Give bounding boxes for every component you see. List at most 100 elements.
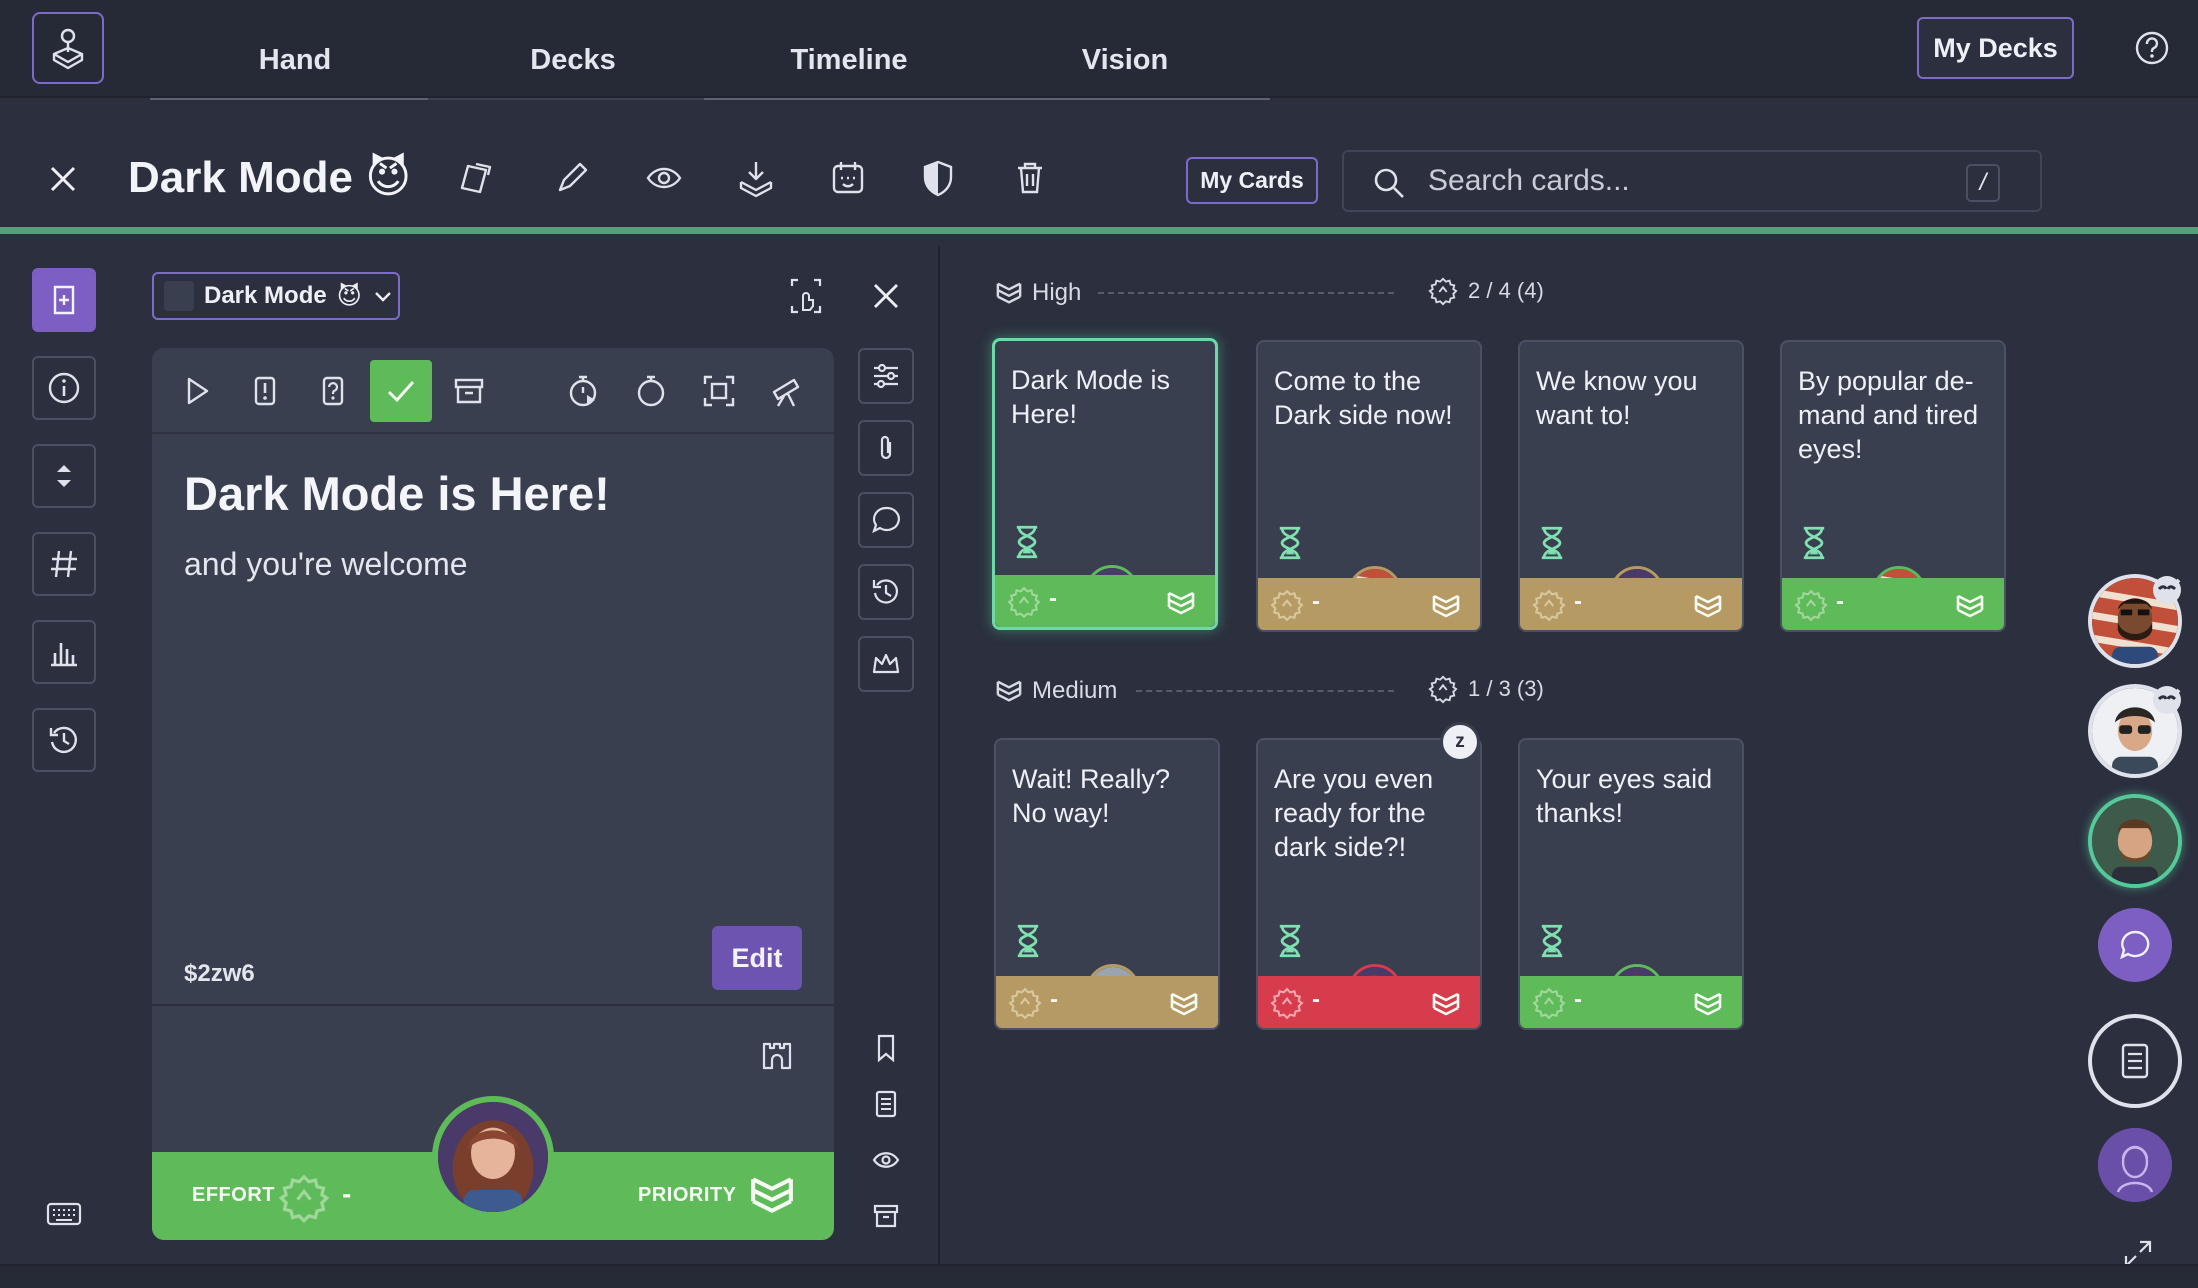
deck-header: Dark Mode 😈 My Cards / [0,100,2198,234]
watch-deck-button[interactable] [644,158,684,198]
due-date-button[interactable] [620,360,682,422]
permissions-button[interactable] [918,158,958,198]
vision-button[interactable] [756,360,818,422]
priority-chevrons-icon[interactable] [750,1172,794,1218]
effort-gear-icon [1008,986,1042,1020]
close-panel-button[interactable] [870,280,902,312]
trash-icon [1018,162,1042,194]
timer-button[interactable] [552,360,614,422]
tab-hand[interactable]: Hand [150,20,440,100]
card-title: Dark Mode is Here! [184,467,610,520]
search-input[interactable] [1428,162,1948,200]
search-box[interactable]: / [1342,150,2042,212]
tab-vision[interactable]: Vision [980,20,1270,100]
effort-value: - [1050,986,1058,1013]
paperclip-icon [880,435,892,460]
priority-chevrons-icon [1432,592,1460,620]
rail-tags-button[interactable] [32,532,96,596]
rail-sort-button[interactable] [32,444,96,508]
sliders-icon [874,363,898,389]
effort-gear-icon [1428,276,1458,306]
card-tile-title: Are you even ready for the dark side?! [1274,764,1434,862]
eye-icon [646,167,682,189]
comments-button[interactable] [858,492,914,548]
effort-value: - [1574,986,1582,1013]
milestone-button[interactable] [858,636,914,692]
pencil-icon [558,162,588,192]
group-header-medium: Medium [996,674,1117,708]
devil-emoji: 😈 [365,153,412,202]
card-tile-footer: - [1258,578,1480,630]
effort-gear-icon[interactable] [278,1172,330,1224]
status-done-button[interactable] [370,360,432,422]
card-tile[interactable]: z Are you even ready for the dark side?!… [1256,722,1482,1030]
card-description: and you're welcome [184,546,468,582]
blocked-icon [254,376,276,406]
keyboard-shortcuts-button[interactable] [46,1200,82,1228]
history-button[interactable] [858,564,914,620]
deck-select[interactable]: Dark Mode 😈 [152,272,400,320]
hourglass-icon [1013,525,1041,559]
question-card-icon [322,376,344,406]
card-tile[interactable]: By popular de-mand and tired eyes! - [1780,340,2006,632]
castle-icon[interactable] [760,1038,794,1072]
import-button[interactable] [736,158,776,198]
notes-button[interactable] [868,1086,904,1122]
calendar-button[interactable] [828,158,868,198]
priority-chevrons-icon [1694,990,1722,1018]
card-tile[interactable]: Dark Mode is Here! - [992,338,1218,630]
checkmark-icon [387,381,415,403]
status-blocked-button[interactable] [234,360,296,422]
card-tile[interactable]: Come to the Dark side now! - [1256,340,1482,632]
collaborator-avatar-active[interactable] [2088,794,2182,888]
keyboard-icon [46,1202,82,1226]
play-icon [187,377,209,405]
rail-stats-button[interactable] [32,620,96,684]
deck-title: Dark Mode 😈 [128,153,412,202]
effort-gear-icon [1532,588,1566,622]
attachments-button[interactable] [858,420,914,476]
delete-deck-button[interactable] [1010,158,1050,198]
card-tile-footer: - [1258,976,1480,1028]
rail-card-button[interactable] [32,268,96,332]
focus-button[interactable] [688,360,750,422]
archive-button[interactable] [438,360,500,422]
card-tile-footer: - [1520,578,1742,630]
shield-icon [923,160,953,197]
deck-card-button[interactable] [458,158,498,198]
my-decks-button[interactable]: My Decks [1917,17,2074,79]
rail-history-button[interactable] [32,708,96,772]
effort-gear-icon [1007,585,1041,619]
crown-icon [872,653,900,674]
app-logo[interactable] [32,12,104,84]
assignee-avatar[interactable] [432,1096,554,1218]
hashtag-icon [51,550,77,578]
close-deck-button[interactable] [46,162,80,196]
my-cards-button[interactable]: My Cards [1186,157,1318,204]
archive-card-button[interactable] [868,1198,904,1234]
calendar-icon [832,162,864,194]
card-tile-title: Come to the Dark side now! [1274,366,1453,430]
visibility-button[interactable] [868,1142,904,1178]
edit-card-button[interactable]: Edit [712,926,802,990]
status-start-button[interactable] [166,360,228,422]
notes-button[interactable] [2088,1014,2182,1108]
expand-card-button[interactable] [788,276,824,316]
bookmark-button[interactable] [868,1030,904,1066]
card-tile[interactable]: We know you want to! - [1518,340,1744,632]
search-icon [1374,168,1404,198]
card-tile-title: Wait! Really? No way! [1012,764,1171,828]
card-tile[interactable]: Your eyes said thanks! - [1518,738,1744,1030]
card-tile[interactable]: Wait! Really? No way! - [994,738,1220,1030]
history-icon [49,726,77,754]
help-button[interactable] [2134,30,2170,66]
rail-info-button[interactable] [32,356,96,420]
edit-deck-button[interactable] [552,158,592,198]
tab-decks[interactable]: Decks [428,20,718,100]
settings-button[interactable] [858,348,914,404]
status-question-button[interactable] [302,360,364,422]
chat-button[interactable] [2098,908,2172,982]
tab-timeline[interactable]: Timeline [704,20,994,100]
current-user-avatar[interactable] [2098,1128,2172,1202]
status-strip [0,1264,2198,1288]
